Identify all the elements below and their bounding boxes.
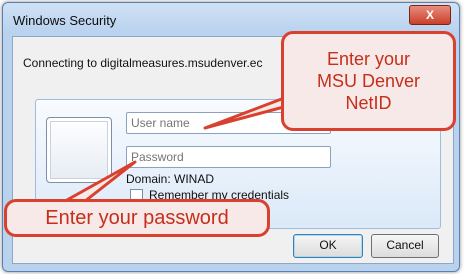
connecting-text: Connecting to digitalmeasures.msudenver.… bbox=[23, 56, 263, 70]
cancel-button[interactable]: Cancel bbox=[371, 234, 439, 258]
close-button[interactable]: X bbox=[409, 5, 451, 25]
user-tile-icon bbox=[46, 117, 112, 183]
ok-button[interactable]: OK bbox=[293, 234, 363, 258]
netid-callout-line1: Enter your bbox=[326, 49, 411, 69]
domain-label: Domain: WINAD bbox=[126, 172, 215, 186]
netid-callout-line2: MSU Denver bbox=[316, 71, 421, 91]
netid-callout-line3: NetID bbox=[345, 93, 392, 113]
password-input[interactable] bbox=[126, 146, 331, 168]
netid-callout: Enter your MSU Denver NetID bbox=[281, 31, 456, 131]
password-callout: Enter your password bbox=[4, 199, 270, 237]
window-title: Windows Security bbox=[13, 13, 117, 28]
